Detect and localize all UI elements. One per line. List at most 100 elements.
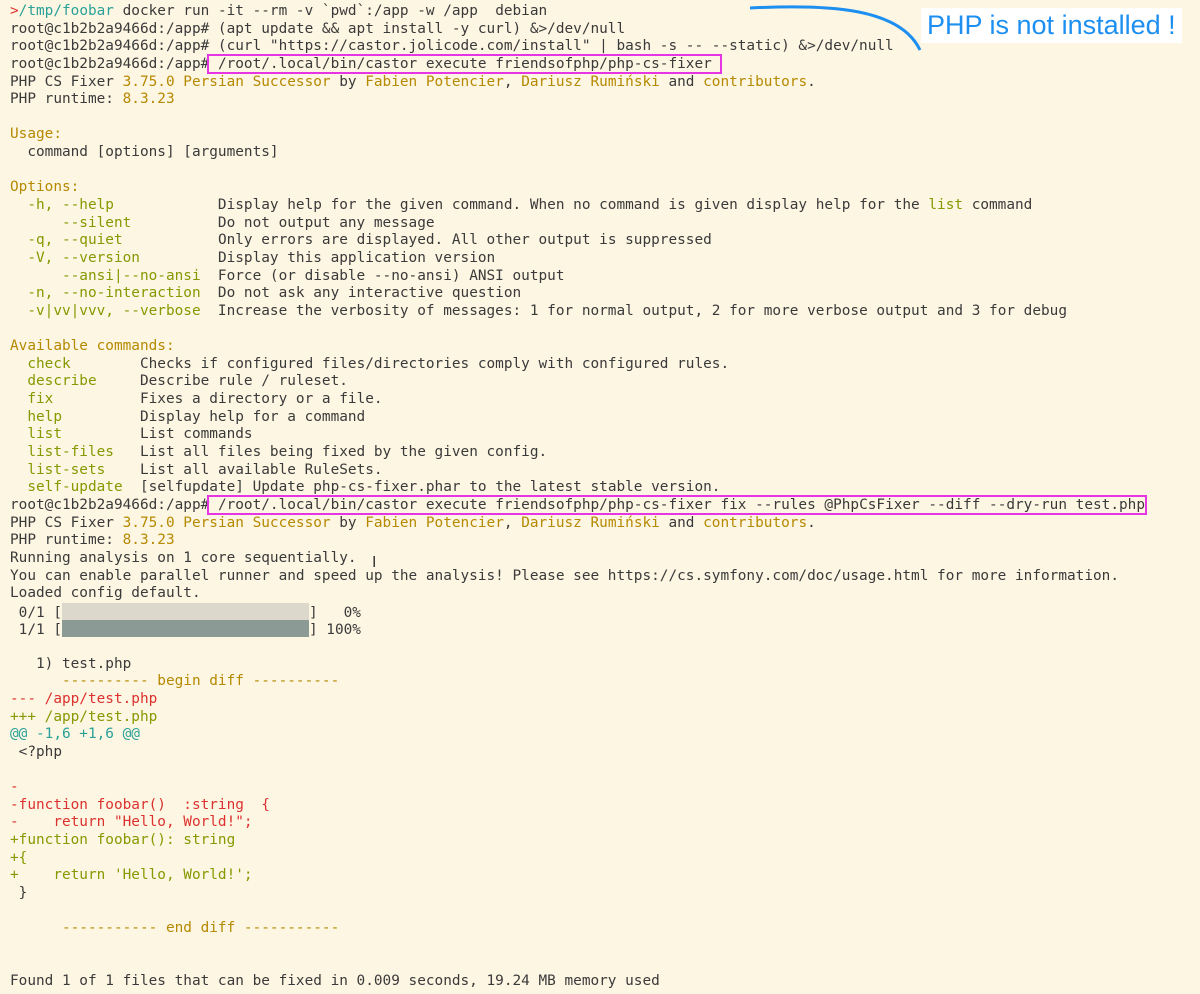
terminal-line: + return 'Hello, World!'; <box>10 867 1145 885</box>
terminal-text: Fixes a directory or a file. <box>53 391 383 408</box>
terminal-line: Usage: <box>10 126 1145 144</box>
terminal-text: Do not ask any interactive question <box>200 285 522 302</box>
terminal-text: 8.3.23 <box>122 532 175 549</box>
terminal-text: Checks if configured files/directories c… <box>70 355 730 372</box>
terminal-line: Available commands: <box>10 338 1145 356</box>
terminal-text: Increase the verbosity of messages: 1 fo… <box>200 302 1067 319</box>
terminal-text: - <box>10 779 19 796</box>
highlighted-command: /root/.local/bin/castor execute friendso… <box>207 494 1147 515</box>
terminal-text: - return "Hello, World!"; <box>10 814 253 831</box>
terminal-line: root@c1b2b2a9466d:/app# /root/.local/bin… <box>10 494 1147 515</box>
terminal-text: -q, --quiet <box>10 232 123 249</box>
terminal-line: -V, --version Display this application v… <box>10 250 1145 268</box>
terminal-text: Do not output any message <box>131 214 435 231</box>
terminal-text: List commands <box>61 426 253 443</box>
terminal-text: <?php <box>10 743 62 760</box>
terminal-line: @@ -1,6 +1,6 @@ <box>10 726 1145 744</box>
terminal-line: <?php <box>10 744 1145 762</box>
terminal-text: +function foobar(): string <box>10 832 236 849</box>
terminal-text: List all available RuleSets. <box>105 461 383 478</box>
terminal-line: 0/1 [ ] 0% <box>10 602 1145 621</box>
terminal-text: Available commands: <box>10 338 175 355</box>
progress-label: 1/1 [ <box>10 622 62 639</box>
terminal-line: ----------- end diff ----------- <box>10 920 1145 938</box>
terminal-line: -v|vv|vvv, --verbose Increase the verbos… <box>10 303 1145 321</box>
progress-bar <box>61 620 309 638</box>
terminal-line: --silent Do not output any message <box>10 215 1145 233</box>
terminal-line: PHP runtime: 8.3.23 <box>10 532 1145 550</box>
terminal-text: list-files <box>10 444 114 461</box>
terminal-text: Usage: <box>10 126 62 143</box>
terminal-text: 8.3.23 <box>122 91 175 108</box>
terminal-text: and <box>659 73 704 90</box>
terminal-line: PHP CS Fixer 3.75.0 Persian Successor by… <box>10 515 1145 533</box>
terminal-text: [selfupdate] Update php-cs-fixer.phar to… <box>122 479 721 496</box>
terminal-text: contributors <box>703 514 808 531</box>
terminal-text: list <box>928 197 964 214</box>
terminal-text: Loaded config default. <box>10 585 201 602</box>
terminal-text: PHP CS Fixer <box>10 73 123 90</box>
terminal-text: --ansi|--no-ansi <box>10 267 201 284</box>
terminal-line: --ansi|--no-ansi Force (or disable --no-… <box>10 268 1145 286</box>
terminal-line: list List commands <box>10 426 1145 444</box>
terminal-line: command [options] [arguments] <box>10 144 1145 162</box>
terminal-line: help Display help for a command <box>10 409 1145 427</box>
terminal-line: list-files List all files being fixed by… <box>10 444 1145 462</box>
terminal-text: > <box>10 3 19 19</box>
terminal-text: -V, --version <box>10 249 140 266</box>
annotation-label: PHP is not installed ! <box>921 8 1182 43</box>
terminal-text: 3.75.0 Persian Successor <box>122 514 331 531</box>
terminal-line: Running analysis on 1 core sequentially. <box>10 550 1145 568</box>
terminal-text: PHP runtime: <box>10 532 123 549</box>
progress-bar <box>61 602 309 620</box>
text-cursor-icon: I <box>372 553 377 571</box>
terminal-text: PHP runtime: <box>10 91 123 108</box>
terminal-text: PHP CS Fixer <box>10 514 123 531</box>
terminal-text: . <box>807 514 816 531</box>
terminal-line: ---------- begin diff ---------- <box>10 673 1145 691</box>
terminal-text: docker run -it --rm -v `pwd`:/app -w /ap… <box>113 3 548 19</box>
terminal-text: Display help for the given command. When… <box>113 197 929 214</box>
terminal-text: , <box>503 514 522 531</box>
terminal-text: 1) test.php <box>10 655 132 672</box>
terminal-output[interactable]: >/tmp/foobar docker run -it --rm -v `pwd… <box>10 3 1147 991</box>
terminal-text: ---------- begin diff ---------- <box>10 673 340 690</box>
terminal-line: describe Describe rule / ruleset. <box>10 373 1145 391</box>
terminal-text: contributors <box>703 73 808 90</box>
terminal-text: Only errors are displayed. All other out… <box>122 232 712 249</box>
terminal-text: List all files being fixed by the given … <box>113 444 548 461</box>
terminal-line: You can enable parallel runner and speed… <box>10 568 1145 586</box>
terminal-text: self-update <box>10 479 123 496</box>
terminal-text: 3.75.0 Persian Successor <box>122 73 331 90</box>
terminal-text: Running analysis on 1 core sequentially. <box>10 549 357 566</box>
terminal-text: -h, --help <box>10 197 114 214</box>
terminal-text: Dariusz Rumiński <box>521 514 660 531</box>
progress-label: 0/1 [ <box>10 604 62 621</box>
terminal-text: Display this application version <box>139 249 496 266</box>
terminal-line: - return "Hello, World!"; <box>10 814 1145 832</box>
terminal-line: -function foobar() :string { <box>10 797 1145 815</box>
terminal-text: Display help for a command <box>61 408 366 425</box>
terminal-line: +function foobar(): string <box>10 832 1145 850</box>
terminal-text: and <box>659 514 704 531</box>
terminal-text: -function foobar() :string { <box>10 796 270 813</box>
terminal-text: by <box>330 73 366 90</box>
terminal-line: root@c1b2b2a9466d:/app# /root/.local/bin… <box>10 53 1145 74</box>
terminal-line: -h, --help Display help for the given co… <box>10 197 1145 215</box>
highlighted-command: /root/.local/bin/castor execute friendso… <box>207 53 723 74</box>
progress-percent: ] 100% <box>308 622 361 639</box>
terminal-line: Found 1 of 1 files that can be fixed in … <box>10 973 1145 991</box>
terminal-text: + return 'Hello, World!'; <box>10 867 253 884</box>
terminal-text: root@c1b2b2a9466d:/app# <box>10 55 210 72</box>
terminal-text: fix <box>10 391 54 408</box>
terminal-text: +++ /app/test.php <box>10 708 158 725</box>
terminal-text: check <box>10 355 71 372</box>
terminal-line: -n, --no-interaction Do not ask any inte… <box>10 285 1145 303</box>
progress-percent: ] 0% <box>308 604 361 621</box>
terminal-text: help <box>10 408 62 425</box>
